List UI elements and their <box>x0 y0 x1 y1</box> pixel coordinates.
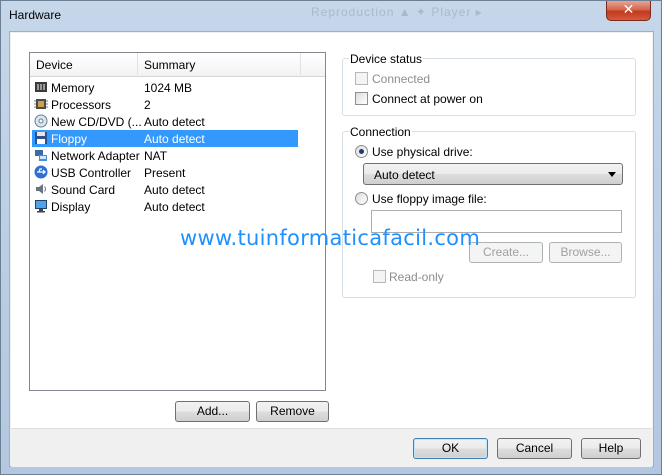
connected-label: Connected <box>372 72 431 86</box>
dialog-footer: OK Cancel Help <box>11 428 652 467</box>
watermark-text: www.tuinformaticafacil.com <box>180 226 481 250</box>
network-adapter-icon <box>34 148 48 162</box>
radio-selected-dot <box>359 149 364 154</box>
close-button[interactable]: ✕ <box>606 1 651 21</box>
device-summary: Auto detect <box>144 200 205 214</box>
processor-icon <box>34 97 48 111</box>
device-name: Memory <box>51 81 95 95</box>
chevron-down-icon[interactable] <box>608 172 616 177</box>
read-only-label: Read-only <box>389 270 444 284</box>
column-divider[interactable] <box>300 53 301 75</box>
device-row[interactable]: Sound Card Auto detect <box>32 181 298 198</box>
cd-dvd-icon <box>34 114 48 128</box>
device-status-group <box>342 58 636 116</box>
connect-at-power-on-label: Connect at power on <box>372 92 483 106</box>
remove-button[interactable]: Remove <box>256 401 329 422</box>
device-name: Network Adapter <box>51 149 140 163</box>
use-physical-drive-radio[interactable] <box>355 145 368 158</box>
use-floppy-image-radio[interactable] <box>355 192 368 205</box>
device-summary: Auto detect <box>144 115 205 129</box>
device-row[interactable]: USB Controller Present <box>32 164 298 181</box>
hardware-dialog: Hardware Reproduction ▲ ✦ Player ▸ ✕ Dev… <box>0 0 662 475</box>
physical-drive-value: Auto detect <box>374 168 435 182</box>
device-row[interactable]: Network Adapter NAT <box>32 147 298 164</box>
device-name: Processors <box>51 98 112 112</box>
device-summary: Auto detect <box>144 183 205 197</box>
ok-button[interactable]: OK <box>413 438 488 459</box>
connected-checkbox[interactable] <box>355 72 368 85</box>
device-summary: Auto detect <box>144 132 205 146</box>
device-row[interactable]: Floppy Auto detect <box>32 130 298 147</box>
device-row[interactable]: Processors 2 <box>32 96 298 113</box>
close-icon: ✕ <box>622 2 635 18</box>
sound-card-icon <box>34 182 48 196</box>
read-only-checkbox[interactable] <box>373 270 386 283</box>
help-button[interactable]: Help <box>581 438 641 459</box>
device-row[interactable]: Memory 1024 MB <box>32 79 298 96</box>
device-summary: Present <box>144 166 186 180</box>
device-summary: 1024 MB <box>144 81 193 95</box>
device-list[interactable]: Device Summary Memory 1024 MB Processors 2 N… <box>29 52 326 391</box>
column-header-summary[interactable]: Summary <box>144 58 195 72</box>
add-button[interactable]: Add... <box>175 401 250 422</box>
column-header-device[interactable]: Device <box>36 58 73 72</box>
device-status-title: Device status <box>349 52 424 66</box>
device-name: Floppy <box>51 132 88 146</box>
memory-icon <box>34 80 48 94</box>
use-physical-drive-label: Use physical drive: <box>372 145 473 159</box>
display-icon <box>34 199 48 213</box>
create-button[interactable]: Create... <box>469 242 543 263</box>
device-name: Sound Card <box>51 183 116 197</box>
device-summary: NAT <box>144 149 168 163</box>
usb-icon <box>34 165 48 179</box>
cancel-button[interactable]: Cancel <box>497 438 572 459</box>
background-window-title: Reproduction ▲ ✦ Player ▸ <box>311 5 483 19</box>
floppy-icon <box>34 131 48 145</box>
title-bar[interactable]: Hardware Reproduction ▲ ✦ Player ▸ ✕ <box>1 1 661 29</box>
browse-button[interactable]: Browse... <box>549 242 622 263</box>
column-divider[interactable] <box>137 53 138 75</box>
device-name: New CD/DVD (... <box>51 115 142 129</box>
connect-at-power-on-checkbox[interactable] <box>355 92 368 105</box>
device-name: USB Controller <box>51 166 132 180</box>
device-list-header: Device Summary <box>30 53 325 77</box>
device-name: Display <box>51 200 91 214</box>
connection-title: Connection <box>349 125 412 139</box>
device-row[interactable]: Display Auto detect <box>32 198 298 215</box>
window-title: Hardware <box>9 8 62 22</box>
device-row[interactable]: New CD/DVD (... Auto detect <box>32 113 298 130</box>
use-floppy-image-label: Use floppy image file: <box>372 192 487 206</box>
device-summary: 2 <box>144 98 151 112</box>
physical-drive-select[interactable]: Auto detect <box>363 163 623 185</box>
